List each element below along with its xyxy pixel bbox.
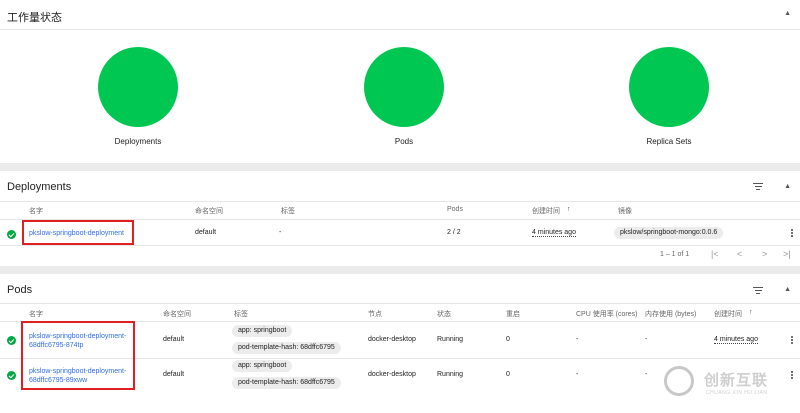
highlight-box [21, 321, 135, 390]
created-cell: 4 minutes ago [714, 336, 758, 344]
status-cell: Running [437, 371, 464, 378]
image-chip: pkslow/springboot-mongo:0.0.6 [614, 227, 724, 239]
node-cell: docker-desktop [368, 336, 416, 343]
namespace-cell: default [195, 229, 217, 236]
cpu-cell: - [576, 336, 579, 343]
first-page-icon[interactable]: |< [711, 249, 719, 259]
deployments-status-circle [98, 47, 178, 127]
col-labels[interactable]: 标签 [234, 309, 248, 319]
col-created[interactable]: 创建时间 [714, 309, 742, 319]
cpu-cell: - [576, 371, 579, 378]
pods-cell: 2 / 2 [447, 229, 461, 236]
memory-cell: - [645, 336, 648, 343]
col-name[interactable]: 名字 [29, 309, 43, 319]
col-cpu[interactable]: CPU 使用率 (cores) [576, 309, 637, 319]
label-chip: pod-template-hash: 68dffc6795 [232, 377, 341, 389]
sort-arrow-icon[interactable]: ↑ [567, 206, 571, 213]
col-pods[interactable]: Pods [447, 206, 463, 213]
status-label: Pods [394, 137, 414, 146]
namespace-cell: default [163, 336, 185, 343]
col-namespace[interactable]: 命名空间 [195, 206, 223, 216]
status-ok-icon [7, 336, 16, 345]
status-label: Deployments [114, 137, 162, 146]
more-vert-icon[interactable] [791, 336, 794, 345]
workload-status-card: 工作量状态 ▲ Deployments Pods Replica Sets [0, 0, 800, 163]
next-page-icon[interactable]: > [762, 249, 767, 259]
watermark-subtext: CHUANG XIN HU LIAN [706, 390, 768, 396]
card-title: Pods [7, 284, 33, 296]
col-memory[interactable]: 内存使用 (bytes) [645, 309, 696, 319]
created-cell: 4 minutes ago [532, 229, 576, 237]
col-restarts[interactable]: 重启 [506, 309, 520, 319]
memory-cell: - [645, 371, 648, 378]
more-vert-icon[interactable] [791, 229, 794, 238]
filter-icon[interactable] [753, 285, 763, 294]
col-images[interactable]: 镜像 [618, 206, 632, 216]
pods-status-circle [364, 47, 444, 127]
prev-page-icon[interactable]: < [737, 249, 742, 259]
highlight-box [22, 220, 134, 245]
restarts-cell: 0 [506, 371, 510, 378]
status-ok-icon [7, 371, 16, 380]
col-status[interactable]: 状态 [437, 309, 451, 319]
col-node[interactable]: 节点 [368, 309, 382, 319]
pagination-range: 1 – 1 of 1 [660, 251, 690, 258]
col-labels[interactable]: 标签 [281, 206, 295, 216]
watermark-text: 创新互联 [704, 372, 769, 389]
node-cell: docker-desktop [368, 371, 416, 378]
divider [0, 303, 800, 304]
collapse-icon[interactable]: ▲ [784, 10, 791, 17]
labels-cell: - [279, 229, 282, 236]
pods-card: Pods ▲ 名字 命名空间 标签 节点 状态 重启 CPU 使用率 (core… [0, 274, 800, 413]
watermark-logo-icon [664, 366, 694, 396]
label-chip: app: springboot [232, 360, 293, 372]
card-title: 工作量状态 [7, 12, 62, 24]
more-vert-icon[interactable] [791, 371, 794, 380]
col-namespace[interactable]: 命名空间 [163, 309, 191, 319]
last-page-icon[interactable]: >| [783, 249, 791, 259]
namespace-cell: default [163, 371, 185, 378]
replica-sets-status-circle [629, 47, 709, 127]
collapse-icon[interactable]: ▲ [784, 183, 791, 190]
col-name[interactable]: 名字 [29, 206, 43, 216]
collapse-icon[interactable]: ▲ [784, 286, 791, 293]
sort-arrow-icon[interactable]: ↑ [749, 309, 753, 316]
card-header: 工作量状态 ▲ [0, 0, 800, 30]
deployments-card: Deployments ▲ 名字 命名空间 标签 Pods 创建时间 ↑ 镜像 … [0, 171, 800, 266]
divider [0, 201, 800, 202]
divider [0, 245, 800, 246]
label-chip: pod-template-hash: 68dffc6795 [232, 342, 341, 354]
restarts-cell: 0 [506, 336, 510, 343]
label-chip: app: springboot [232, 325, 293, 337]
status-ok-icon [7, 230, 16, 239]
card-title: Deployments [7, 181, 72, 193]
filter-icon[interactable] [753, 181, 763, 190]
status-label: Replica Sets [646, 137, 692, 146]
col-created[interactable]: 创建时间 [532, 206, 560, 216]
status-cell: Running [437, 336, 464, 343]
